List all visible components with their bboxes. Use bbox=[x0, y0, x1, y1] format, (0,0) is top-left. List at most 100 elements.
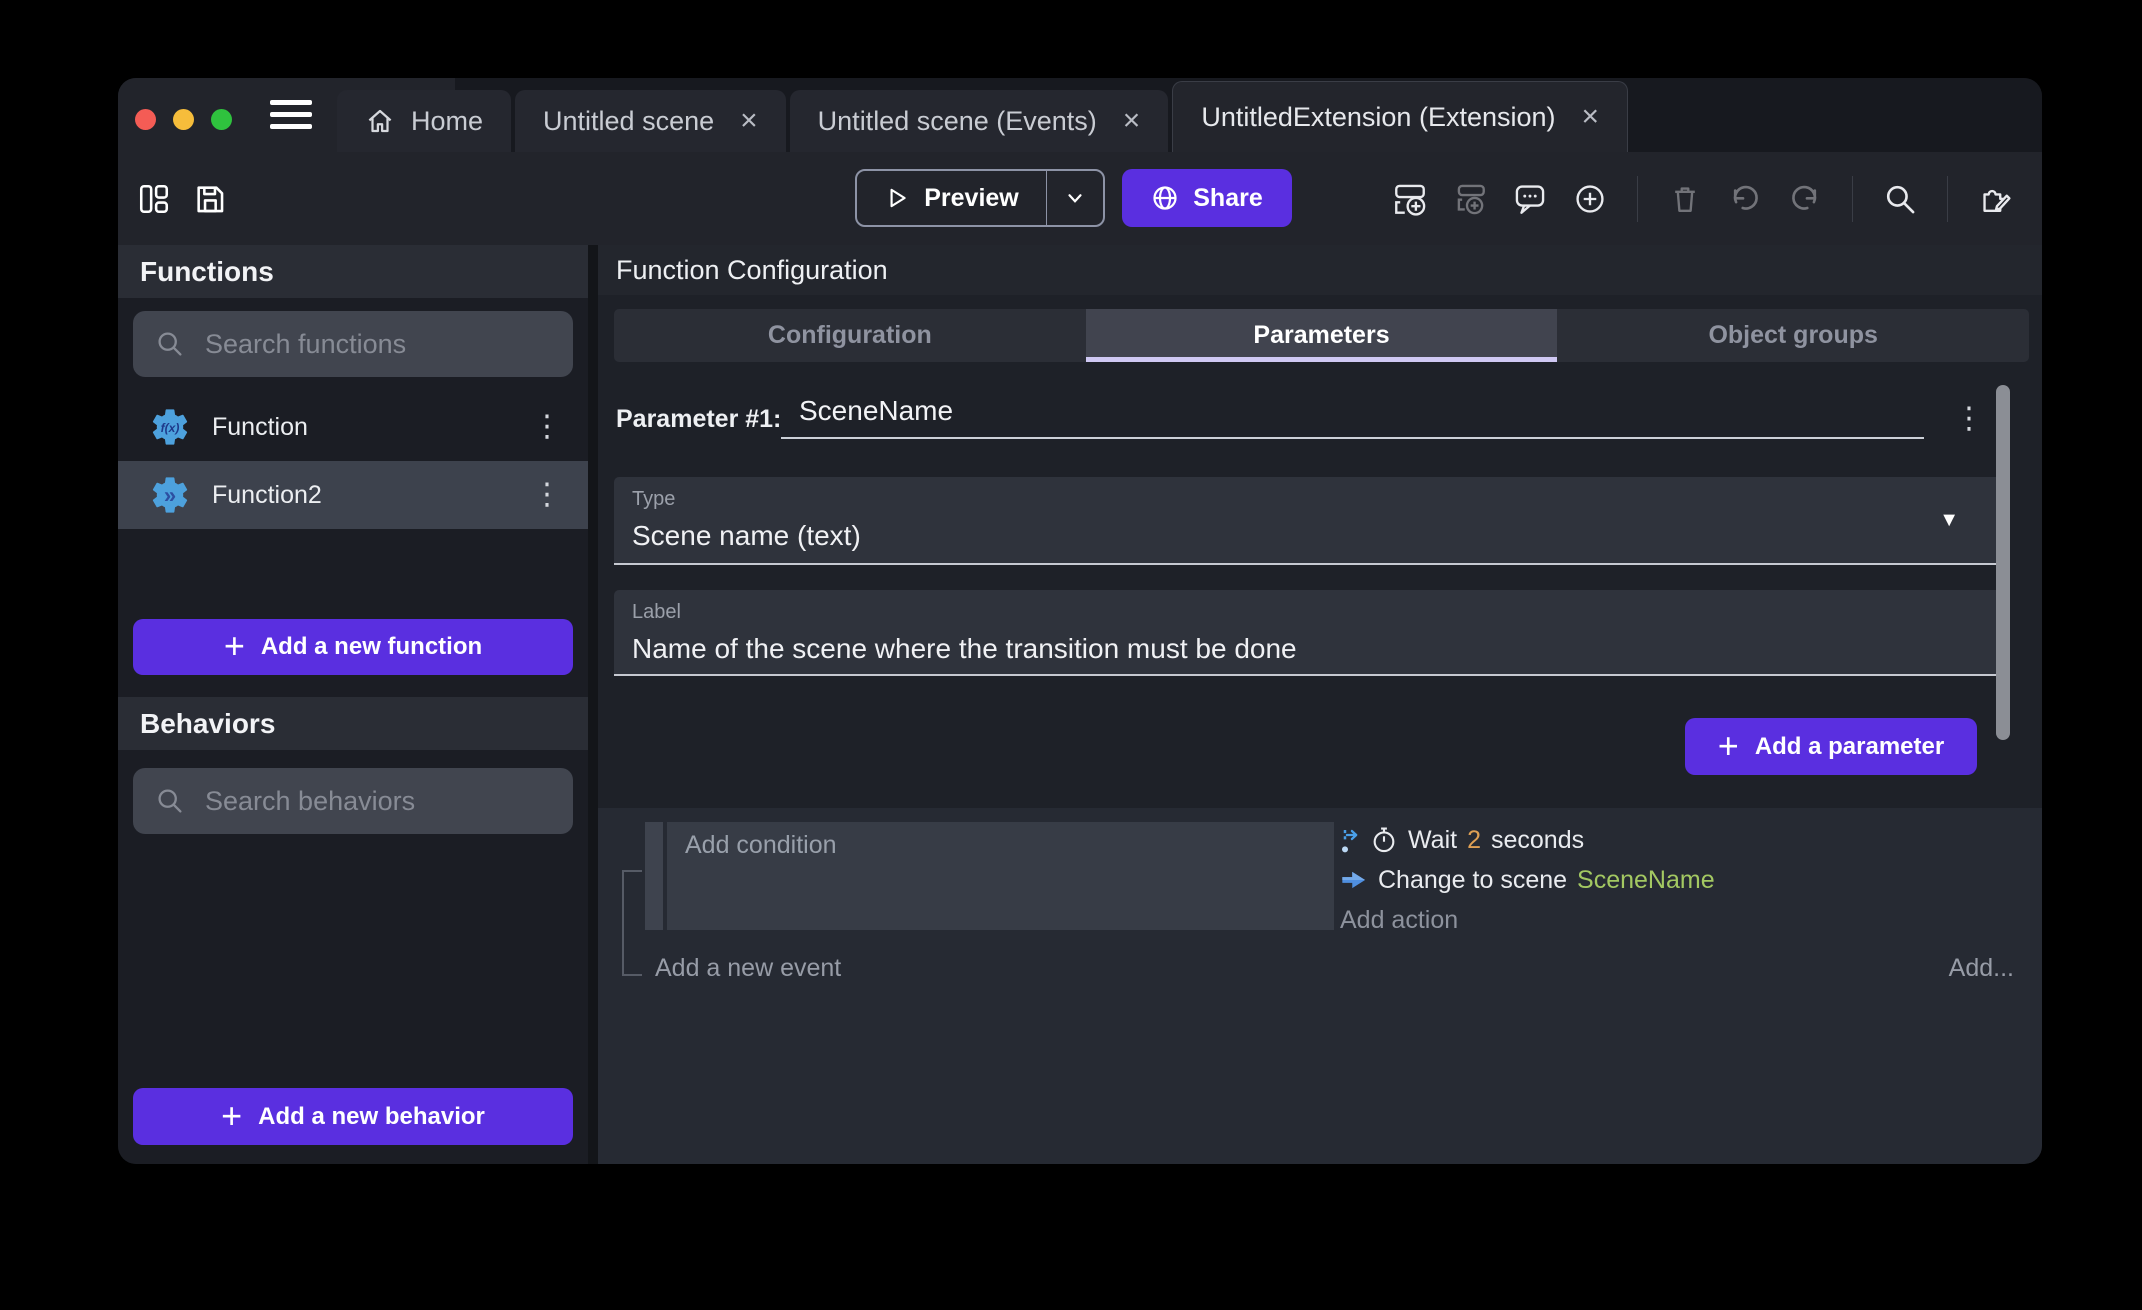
configuration-tabs: Configuration Parameters Object groups bbox=[614, 309, 2029, 362]
function-configuration-title: Function Configuration bbox=[616, 255, 888, 286]
event-conditions-area[interactable]: Add condition bbox=[667, 822, 1334, 930]
type-field-value: Scene name (text) bbox=[632, 520, 861, 552]
parameters-scrollbar[interactable] bbox=[1996, 385, 2010, 740]
function-item-menu-icon[interactable]: ⋮ bbox=[532, 412, 562, 442]
minimize-window-button[interactable] bbox=[173, 109, 194, 130]
main-panel: Function Configuration Configuration Par… bbox=[598, 245, 2042, 1164]
add-event-icon[interactable] bbox=[1393, 182, 1427, 216]
label-field-value: Name of the scene where the transition m… bbox=[632, 633, 1297, 665]
globe-icon bbox=[1151, 184, 1179, 212]
wait-action-value: 2 bbox=[1467, 826, 1481, 855]
event-actions-area: Wait 2 seconds Change to scene SceneName bbox=[1340, 820, 1715, 940]
project-manager-icon[interactable] bbox=[137, 182, 171, 216]
search-functions-input[interactable]: Search functions bbox=[133, 311, 573, 377]
add-function-label: Add a new function bbox=[261, 633, 482, 661]
undo-icon[interactable] bbox=[1728, 182, 1762, 216]
label-field-label: Label bbox=[632, 601, 681, 624]
label-input[interactable]: Label Name of the scene where the transi… bbox=[614, 590, 2001, 676]
add-new-event-button[interactable]: Add a new event bbox=[655, 954, 841, 983]
desktop-background: Home Untitled scene × Untitled scene (Ev… bbox=[0, 0, 2142, 1310]
add-other-events-icon[interactable] bbox=[1573, 182, 1607, 216]
behaviors-section-header: Behaviors bbox=[118, 697, 588, 750]
tab-object-groups[interactable]: Object groups bbox=[1557, 309, 2029, 362]
save-icon[interactable] bbox=[193, 182, 227, 216]
wait-action-row[interactable]: Wait 2 seconds bbox=[1340, 820, 1715, 860]
main-menu-icon[interactable] bbox=[270, 99, 312, 131]
tab-label: Object groups bbox=[1708, 321, 1877, 350]
toolbar: Preview Share bbox=[118, 152, 2042, 245]
chevron-down-icon bbox=[1064, 187, 1086, 209]
event-drag-handle[interactable] bbox=[645, 822, 663, 930]
wait-action-text: Wait bbox=[1408, 826, 1457, 855]
toolbar-right-icons bbox=[1393, 152, 2012, 245]
preview-button-main[interactable]: Preview bbox=[857, 171, 1046, 225]
preview-dropdown-button[interactable] bbox=[1046, 171, 1103, 225]
functions-section-header: Functions bbox=[118, 245, 588, 298]
delete-icon[interactable] bbox=[1668, 182, 1702, 216]
tab-untitled-extension[interactable]: UntitledExtension (Extension) × bbox=[1172, 81, 1628, 152]
zoom-window-button[interactable] bbox=[211, 109, 232, 130]
functions-header-label: Functions bbox=[140, 256, 274, 288]
play-icon bbox=[884, 185, 910, 211]
change-scene-action-row[interactable]: Change to scene SceneName bbox=[1340, 860, 1715, 900]
sidebar: Functions Search functions f(x) Function bbox=[118, 245, 588, 1164]
tab-label: Untitled scene (Events) bbox=[818, 106, 1097, 137]
add-parameter-label: Add a parameter bbox=[1755, 733, 1944, 761]
titlebar: Home Untitled scene × Untitled scene (Ev… bbox=[118, 78, 2042, 152]
add-comment-icon[interactable] bbox=[1513, 182, 1547, 216]
add-action-label: Add action bbox=[1340, 906, 1458, 935]
tab-configuration[interactable]: Configuration bbox=[614, 309, 1086, 362]
add-condition-label[interactable]: Add condition bbox=[685, 831, 837, 860]
close-tab-icon[interactable]: × bbox=[740, 106, 758, 136]
add-behavior-button[interactable]: + Add a new behavior bbox=[133, 1088, 573, 1145]
tab-parameters[interactable]: Parameters bbox=[1086, 309, 1558, 362]
search-icon bbox=[155, 786, 185, 816]
parameter-number-label: Parameter #1: bbox=[616, 405, 781, 434]
tab-untitled-scene-events[interactable]: Untitled scene (Events) × bbox=[790, 90, 1169, 152]
parameter-menu-icon[interactable]: ⋮ bbox=[1954, 401, 1984, 436]
preview-label: Preview bbox=[924, 184, 1019, 213]
search-icon[interactable] bbox=[1883, 182, 1917, 216]
edit-extension-icon[interactable] bbox=[1978, 182, 2012, 216]
tab-bar: Home Untitled scene × Untitled scene (Ev… bbox=[337, 81, 1628, 152]
redo-icon[interactable] bbox=[1788, 182, 1822, 216]
parameter-name-value: SceneName bbox=[799, 395, 953, 426]
content-area: Functions Search functions f(x) Function bbox=[118, 245, 2042, 1164]
search-icon bbox=[155, 329, 185, 359]
function-item-menu-icon[interactable]: ⋮ bbox=[532, 480, 562, 510]
type-field-label: Type bbox=[632, 488, 675, 511]
change-scene-icon bbox=[1340, 866, 1368, 894]
event-tree-connector bbox=[622, 870, 642, 976]
function-list-item-selected[interactable]: » Function2 ⋮ bbox=[118, 461, 588, 529]
close-tab-icon[interactable]: × bbox=[1582, 102, 1600, 132]
events-sheet: Add condition Wait bbox=[598, 808, 2042, 1164]
behaviors-header-label: Behaviors bbox=[140, 708, 275, 740]
tab-home[interactable]: Home bbox=[337, 90, 511, 152]
close-window-button[interactable] bbox=[135, 109, 156, 130]
function-configuration-header: Function Configuration bbox=[598, 245, 2042, 295]
tab-label: Configuration bbox=[768, 321, 932, 350]
type-select[interactable]: Type Scene name (text) ▼ bbox=[614, 477, 2001, 565]
toolbar-divider bbox=[1637, 176, 1638, 222]
add-more-button[interactable]: Add... bbox=[1949, 954, 2014, 983]
change-scene-text: Change to scene bbox=[1378, 866, 1567, 895]
active-tab-underline bbox=[1086, 357, 1558, 362]
preview-button[interactable]: Preview bbox=[855, 169, 1105, 227]
toolbar-divider bbox=[1947, 176, 1948, 222]
tab-untitled-scene[interactable]: Untitled scene × bbox=[515, 90, 786, 152]
share-button[interactable]: Share bbox=[1122, 169, 1292, 227]
function-list-item[interactable]: f(x) Function ⋮ bbox=[118, 393, 588, 461]
add-function-button[interactable]: + Add a new function bbox=[133, 619, 573, 675]
close-tab-icon[interactable]: × bbox=[1123, 106, 1141, 136]
add-behavior-label: Add a new behavior bbox=[258, 1103, 485, 1131]
function-item-label: Function bbox=[212, 413, 532, 442]
search-behaviors-input[interactable]: Search behaviors bbox=[133, 768, 573, 834]
function2-icon: » bbox=[148, 473, 192, 517]
add-parameter-button[interactable]: + Add a parameter bbox=[1685, 718, 1977, 775]
share-label: Share bbox=[1193, 184, 1262, 213]
svg-text:»: » bbox=[164, 483, 176, 508]
add-subevent-icon[interactable] bbox=[1453, 182, 1487, 216]
add-action-row[interactable]: Add action bbox=[1340, 900, 1715, 940]
tab-label: Home bbox=[411, 106, 483, 137]
parameter-name-input[interactable]: SceneName bbox=[781, 391, 1924, 439]
